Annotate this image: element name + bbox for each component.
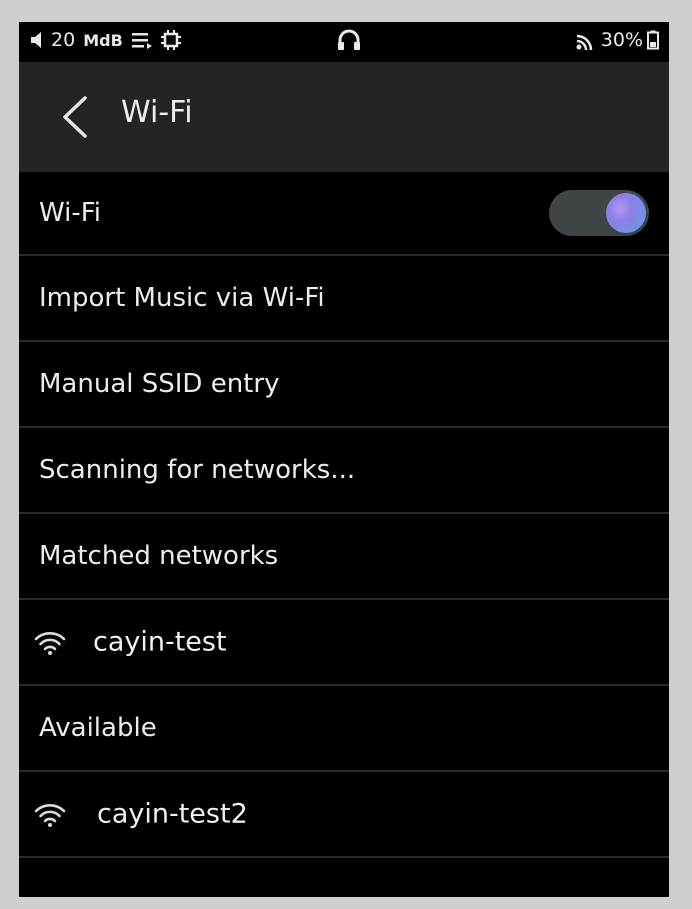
queue-icon [131, 33, 152, 49]
import-music-row[interactable]: Import Music via Wi-Fi [19, 256, 669, 342]
back-arrow-icon[interactable] [55, 92, 95, 142]
manual-ssid-row[interactable]: Manual SSID entry [19, 342, 669, 428]
status-left: 20 MdB [29, 29, 181, 51]
device-frame: 20 MdB 30% Wi-Fi Wi-Fi Import Music via … [0, 0, 692, 909]
settings-list: Wi-Fi Import Music via Wi-Fi Manual SSID… [19, 172, 669, 858]
scanning-row: Scanning for networks... [19, 428, 669, 514]
matched-networks-header: Matched networks [19, 514, 669, 600]
available-label: Available [39, 713, 157, 743]
network-name: cayin-test [93, 626, 227, 658]
volume-level: 20 [51, 29, 76, 51]
battery-icon [647, 30, 659, 50]
network-name: cayin-test2 [97, 798, 248, 830]
manual-ssid-label: Manual SSID entry [39, 369, 280, 399]
matched-networks-label: Matched networks [39, 541, 279, 571]
device-screen: 20 MdB 30% Wi-Fi Wi-Fi Import Music via … [19, 22, 669, 897]
volume-icon [31, 32, 41, 48]
chip-icon [160, 30, 181, 50]
import-music-label: Import Music via Wi-Fi [39, 283, 325, 313]
wifi-toggle-row[interactable]: Wi-Fi [19, 172, 669, 256]
available-header: Available [19, 686, 669, 772]
wifi-toggle-label: Wi-Fi [39, 198, 102, 228]
scanning-status: Scanning for networks... [39, 455, 356, 485]
wifi-icon [34, 632, 66, 655]
toggle-knob [606, 193, 646, 233]
page-title: Wi-Fi [121, 95, 193, 130]
wifi-toggle-switch[interactable] [549, 190, 649, 236]
status-bar: 20 MdB 30% [19, 22, 669, 62]
network-row-available[interactable]: cayin-test2 [19, 772, 669, 858]
status-right: 30% [575, 29, 659, 51]
gain-label: MdB [83, 30, 123, 50]
headphones-icon [338, 29, 360, 50]
wifi-icon [34, 804, 66, 827]
wifi-signal-icon [576, 34, 593, 50]
status-center [337, 29, 361, 56]
app-bar: Wi-Fi [19, 62, 669, 172]
network-row-matched[interactable]: cayin-test [19, 600, 669, 686]
battery-level: 30% [600, 29, 643, 51]
